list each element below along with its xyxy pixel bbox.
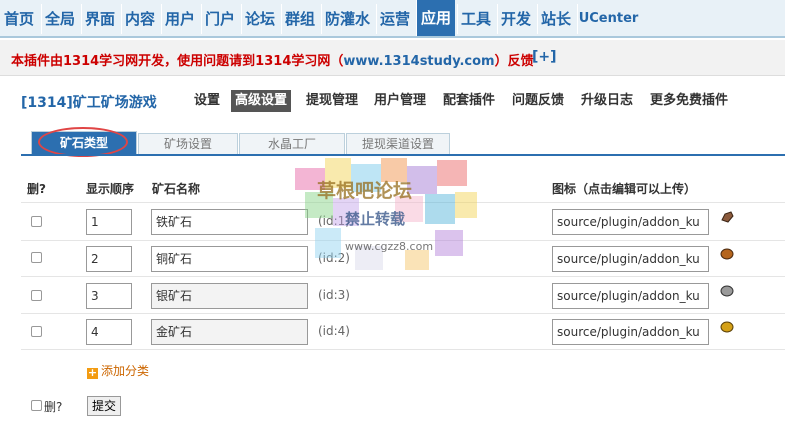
- nav-item-antispam[interactable]: 防灌水: [321, 4, 373, 34]
- watermark-block: [435, 230, 463, 256]
- order-input[interactable]: 2: [86, 246, 132, 272]
- ore-name-input[interactable]: 银矿石: [151, 283, 308, 309]
- nav-item-tools[interactable]: 工具: [457, 4, 494, 34]
- submit-button[interactable]: 提交: [87, 396, 122, 416]
- row-divider: [21, 202, 785, 203]
- menu-user-manage[interactable]: 用户管理: [370, 90, 430, 112]
- watermark-block: [407, 166, 437, 194]
- notice-text: 本插件由1314学习网开发，使用问题请到1314学习网（www.1314stud…: [11, 50, 534, 69]
- watermark-text: 禁止转载: [345, 210, 406, 228]
- nav-item-content[interactable]: 内容: [121, 4, 158, 34]
- icon-path-input[interactable]: source/plugin/addon_ku: [552, 246, 709, 272]
- col-header-icon: 图标（点击编辑可以上传）: [552, 182, 697, 196]
- ore-id: (id:3): [318, 288, 350, 302]
- tab-mine-settings[interactable]: 矿场设置: [138, 133, 238, 154]
- silver-ore-icon[interactable]: [720, 285, 734, 297]
- row-divider: [21, 313, 785, 314]
- nav-item-apps[interactable]: 应用: [416, 0, 455, 36]
- plugin-title: [1314]矿工矿场游戏: [21, 95, 157, 111]
- watermark-block: [405, 250, 429, 270]
- watermark-block: [381, 158, 407, 182]
- watermark-block: [395, 196, 423, 222]
- watermark-block: [355, 246, 383, 270]
- menu-advanced-settings[interactable]: 高级设置: [231, 90, 292, 112]
- menu-withdraw-manage[interactable]: 提现管理: [302, 90, 362, 112]
- nav-item-webmaster[interactable]: 站长: [537, 4, 574, 34]
- menu-feedback[interactable]: 问题反馈: [508, 90, 568, 112]
- tabs-underline: [21, 154, 785, 156]
- nav-item-develop[interactable]: 开发: [497, 4, 534, 34]
- row-divider: [21, 349, 785, 350]
- expand-notice-button[interactable]: [+]: [532, 49, 557, 65]
- watermark-text: 草根吧论坛: [317, 180, 413, 202]
- icon-path-input[interactable]: source/plugin/addon_ku: [552, 319, 709, 345]
- order-input[interactable]: 1: [86, 209, 132, 235]
- nav-item-ucenter[interactable]: UCenter: [577, 4, 639, 34]
- row-delete-checkbox[interactable]: [31, 290, 42, 301]
- row-delete-checkbox[interactable]: [31, 252, 42, 263]
- menu-addon-plugins[interactable]: 配套插件: [439, 90, 499, 112]
- watermark-block: [325, 158, 351, 188]
- row-delete-checkbox[interactable]: [31, 326, 42, 337]
- tab-withdraw-channels[interactable]: 提现渠道设置: [346, 133, 450, 154]
- nav-item-portal[interactable]: 门户: [201, 4, 238, 34]
- row-delete-checkbox[interactable]: [31, 216, 42, 227]
- gold-ore-icon[interactable]: [720, 321, 734, 333]
- select-all-delete-label: 删?: [44, 400, 63, 414]
- iron-ore-icon[interactable]: [720, 211, 734, 223]
- menu-more-free-plugins[interactable]: 更多免费插件: [646, 90, 732, 112]
- nav-item-group[interactable]: 群组: [281, 4, 318, 34]
- notice-prefix: 本插件由1314学习网开发，使用问题请到1314学习网（: [11, 54, 344, 69]
- copper-ore-icon[interactable]: [720, 248, 734, 260]
- row-divider: [21, 240, 785, 241]
- order-input[interactable]: 3: [86, 283, 132, 309]
- tab-ore-types[interactable]: 矿石类型: [31, 131, 137, 154]
- ore-name-input[interactable]: 铁矿石: [151, 209, 308, 235]
- watermark-block: [437, 160, 467, 186]
- row-divider: [21, 276, 785, 277]
- nav-item-ui[interactable]: 界面: [81, 4, 118, 34]
- nav-item-global[interactable]: 全局: [41, 4, 78, 34]
- order-input[interactable]: 4: [86, 319, 132, 345]
- select-all-delete-checkbox[interactable]: [31, 400, 42, 411]
- menu-settings[interactable]: 设置: [190, 90, 224, 112]
- watermark-text: www.cgzz8.com: [345, 240, 434, 253]
- notice-suffix: ）反馈: [494, 54, 534, 69]
- top-nav: 首页 全局 界面 内容 用户 门户 论坛 群组 防灌水 运营 应用 工具 开发 …: [0, 0, 785, 38]
- col-header-name: 矿石名称: [152, 182, 201, 196]
- ore-name-input[interactable]: 金矿石: [151, 319, 308, 345]
- tab-crystal-factory[interactable]: 水晶工厂: [239, 133, 345, 154]
- ore-id: (id:1): [318, 214, 350, 228]
- watermark-block: [351, 164, 381, 192]
- watermark-block: [425, 194, 455, 224]
- col-header-delete: 删?: [27, 182, 46, 196]
- ore-id: (id:2): [318, 251, 350, 265]
- ore-id: (id:4): [318, 324, 350, 338]
- add-category-link[interactable]: + 添加分类: [87, 362, 149, 379]
- notice-url[interactable]: www.1314study.com: [343, 54, 494, 69]
- plus-icon: +: [87, 366, 98, 379]
- icon-path-input[interactable]: source/plugin/addon_ku: [552, 283, 709, 309]
- watermark-block: [455, 192, 477, 218]
- plugin-notice: 本插件由1314学习网开发，使用问题请到1314学习网（www.1314stud…: [0, 40, 785, 76]
- ore-name-input[interactable]: 铜矿石: [151, 246, 308, 272]
- menu-changelog[interactable]: 升级日志: [577, 90, 637, 112]
- col-header-order: 显示顺序: [86, 182, 135, 196]
- nav-item-operation[interactable]: 运营: [376, 4, 413, 34]
- nav-item-home[interactable]: 首页: [0, 4, 38, 34]
- watermark-block: [295, 168, 325, 190]
- icon-path-input[interactable]: source/plugin/addon_ku: [552, 209, 709, 235]
- nav-item-forum[interactable]: 论坛: [241, 4, 278, 34]
- add-category-label: 添加分类: [101, 364, 150, 378]
- nav-item-user[interactable]: 用户: [161, 4, 198, 34]
